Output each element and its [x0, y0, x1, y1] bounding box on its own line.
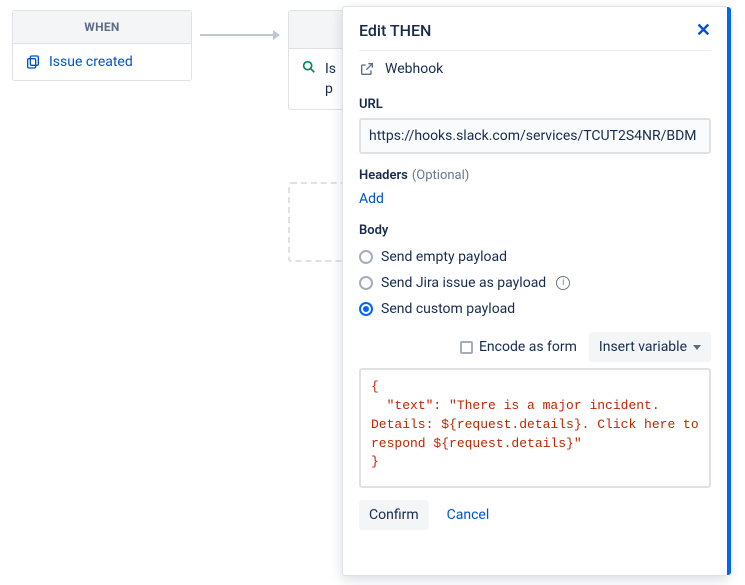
headers-label: Headers(Optional) — [359, 168, 711, 183]
confirm-button[interactable]: Confirm — [359, 500, 429, 530]
url-label: URL — [359, 97, 711, 112]
url-input[interactable] — [359, 118, 711, 154]
radio-jira-payload[interactable]: Send Jira issue as payload i — [359, 270, 711, 296]
panel-title: Edit THEN — [359, 21, 431, 40]
checkbox-icon — [460, 341, 473, 354]
panel-accent — [727, 7, 731, 575]
search-icon — [301, 59, 317, 75]
then-body-text: Isp — [325, 59, 336, 99]
info-icon[interactable]: i — [556, 276, 570, 290]
encode-as-form-checkbox[interactable]: Encode as form — [460, 339, 577, 355]
radio-icon — [359, 276, 373, 290]
payload-textarea[interactable]: { "text": "There is a major incident. De… — [359, 368, 711, 488]
cancel-button[interactable]: Cancel — [437, 500, 500, 530]
issue-copy-icon — [25, 54, 41, 70]
external-link-icon — [359, 61, 375, 77]
flow-arrow — [200, 34, 280, 36]
when-body[interactable]: Issue created — [13, 44, 191, 80]
radio-icon — [359, 250, 373, 264]
panel-subtype: Webhook — [385, 61, 443, 77]
when-node: WHEN Issue created — [12, 10, 192, 81]
chevron-down-icon — [693, 345, 701, 350]
radio-empty-payload[interactable]: Send empty payload — [359, 244, 711, 270]
insert-variable-button[interactable]: Insert variable — [589, 332, 711, 362]
radio-icon — [359, 302, 373, 316]
body-radio-group: Send empty payload Send Jira issue as pa… — [359, 244, 711, 322]
when-header: WHEN — [13, 11, 191, 44]
body-label: Body — [359, 223, 711, 238]
when-row-label: Issue created — [49, 54, 133, 70]
edit-then-panel: Edit THEN ✕ Webhook URL Headers(Optional… — [342, 6, 728, 576]
add-header-link[interactable]: Add — [359, 191, 384, 207]
close-icon[interactable]: ✕ — [696, 22, 711, 40]
radio-custom-payload[interactable]: Send custom payload — [359, 296, 711, 322]
